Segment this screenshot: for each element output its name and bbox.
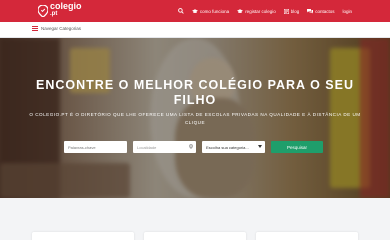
location-placeholder: Localidade: [137, 144, 157, 150]
category-select[interactable]: Escolha sua categoria...: [202, 141, 265, 153]
search-icon[interactable]: [178, 8, 184, 14]
location-input[interactable]: Localidade: [133, 141, 196, 153]
hero-banner: ENCONTRE O MELHOR COLÉGIO PARA O SEU FIL…: [0, 38, 390, 198]
logo-domain: .pt: [50, 11, 58, 17]
logo-pin-icon: [37, 4, 49, 18]
blog-icon: [283, 8, 289, 14]
location-pin-icon: [189, 144, 193, 149]
nav-label: blog: [290, 8, 300, 14]
category-select-value: Escolha sua categoria...: [206, 144, 249, 150]
nav-label: login: [342, 8, 352, 14]
hero-subtitle: O COLEGIO.PT É O DIRETÓRIO QUE LHE OFERE…: [29, 112, 361, 125]
main-nav: como funciona registar colegio blog cont…: [178, 0, 352, 22]
nav-registar-colegio[interactable]: registar colegio: [237, 9, 276, 14]
chat-icon: [307, 8, 314, 13]
chevron-down-icon: [258, 145, 262, 148]
nav-blog[interactable]: blog: [283, 8, 300, 14]
nav-login[interactable]: login: [342, 9, 352, 14]
menu-icon: [32, 26, 38, 31]
featured-cards: [32, 232, 358, 240]
nav-como-funciona[interactable]: como funciona: [191, 8, 230, 14]
logo[interactable]: colegio .pt: [37, 2, 82, 18]
graduation-cap-icon: [191, 8, 198, 13]
school-search-form: Localidade Escolha sua categoria... Pesq…: [64, 141, 323, 153]
featured-card[interactable]: [256, 232, 358, 240]
nav-label: como funciona: [199, 8, 230, 14]
search-submit-button[interactable]: Pesquisar: [271, 141, 323, 153]
nav-label: contactos: [315, 8, 335, 14]
browse-categories-link[interactable]: Navegar Categorias: [32, 26, 81, 31]
nav-contactos[interactable]: contactos: [307, 8, 335, 14]
nav-label: registar colegio: [245, 8, 276, 14]
browse-categories-label: Navegar Categorias: [41, 26, 82, 31]
featured-card[interactable]: [32, 232, 134, 240]
featured-card[interactable]: [144, 232, 246, 240]
graduation-cap-icon: [237, 8, 244, 13]
keyword-input[interactable]: [64, 141, 127, 153]
hero-title: ENCONTRE O MELHOR COLÉGIO PARA O SEU FIL…: [36, 78, 354, 107]
header: colegio .pt como funciona registar coleg…: [0, 0, 390, 22]
category-bar: Navegar Categorias: [0, 22, 390, 38]
